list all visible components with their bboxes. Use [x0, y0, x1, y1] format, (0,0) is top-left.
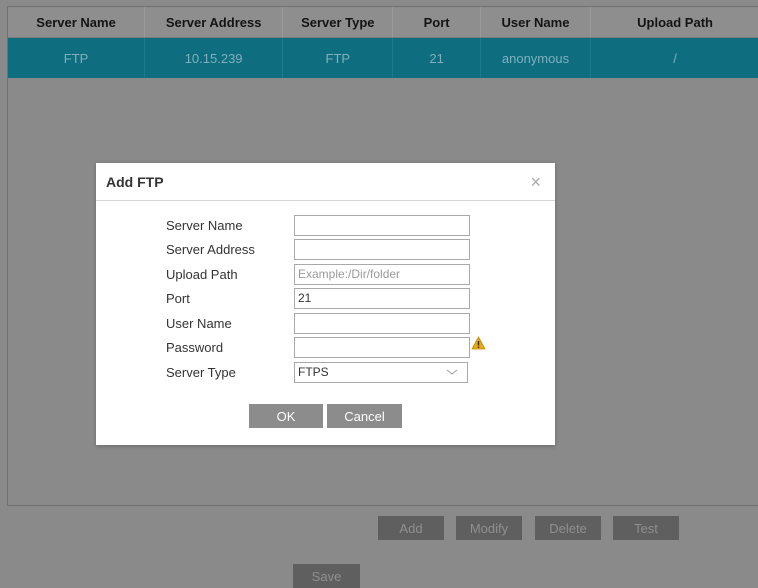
- add-ftp-dialog: Add FTP × Server Name Server Address Upl…: [96, 163, 555, 445]
- ok-button[interactable]: OK: [249, 404, 323, 428]
- cell-server-type: FTP: [283, 38, 394, 78]
- password-input[interactable]: [294, 336, 470, 358]
- server-address-label: Server Address: [166, 241, 255, 257]
- dialog-title: Add FTP: [106, 174, 164, 190]
- server-type-select[interactable]: FTPS: [294, 361, 468, 383]
- port-label: Port: [166, 290, 190, 306]
- server-name-label: Server Name: [166, 217, 243, 233]
- server-type-label: Server Type: [166, 364, 236, 380]
- add-button[interactable]: Add: [378, 516, 444, 540]
- port-row: Port: [166, 287, 470, 309]
- modify-button[interactable]: Modify: [456, 516, 522, 540]
- upload-path-input[interactable]: [294, 263, 470, 285]
- column-header-server-address: Server Address: [145, 7, 284, 37]
- upload-path-label: Upload Path: [166, 266, 238, 282]
- server-name-input[interactable]: [294, 214, 470, 236]
- column-header-port: Port: [393, 7, 481, 37]
- delete-button[interactable]: Delete: [535, 516, 601, 540]
- user-name-input[interactable]: [294, 312, 470, 334]
- column-header-user-name: User Name: [481, 7, 592, 37]
- column-header-server-name: Server Name: [8, 7, 146, 37]
- server-address-row: Server Address: [166, 238, 470, 260]
- cell-server-address: 10.15.239: [145, 38, 284, 78]
- table-header: Server Name Server Address Server Type P…: [8, 7, 758, 38]
- warning-icon: [471, 336, 486, 355]
- save-button[interactable]: Save: [293, 564, 360, 588]
- dialog-header: Add FTP ×: [96, 163, 555, 201]
- chevron-down-icon: [446, 366, 458, 380]
- test-button[interactable]: Test: [613, 516, 679, 540]
- column-header-server-type: Server Type: [283, 7, 394, 37]
- user-name-row: User Name: [166, 312, 470, 334]
- cell-port: 21: [393, 38, 481, 78]
- upload-path-row: Upload Path: [166, 263, 470, 285]
- column-header-upload-path: Upload Path: [637, 14, 713, 30]
- close-icon[interactable]: ×: [530, 173, 541, 191]
- server-address-input[interactable]: [294, 238, 470, 260]
- server-type-row: Server Type FTPS: [166, 361, 468, 383]
- password-row: Password: [166, 336, 486, 358]
- cell-server-name: FTP: [8, 38, 146, 78]
- password-label: Password: [166, 339, 224, 355]
- table-row[interactable]: FTP 10.15.239 FTP 21 anonymous /: [8, 38, 758, 78]
- server-type-value: FTPS: [298, 365, 329, 379]
- server-name-row: Server Name: [166, 214, 470, 236]
- cell-user-name: anonymous: [481, 38, 592, 78]
- cell-upload-path: /: [673, 50, 677, 66]
- user-name-label: User Name: [166, 315, 232, 331]
- cancel-button[interactable]: Cancel: [327, 404, 402, 428]
- port-input[interactable]: [294, 287, 470, 309]
